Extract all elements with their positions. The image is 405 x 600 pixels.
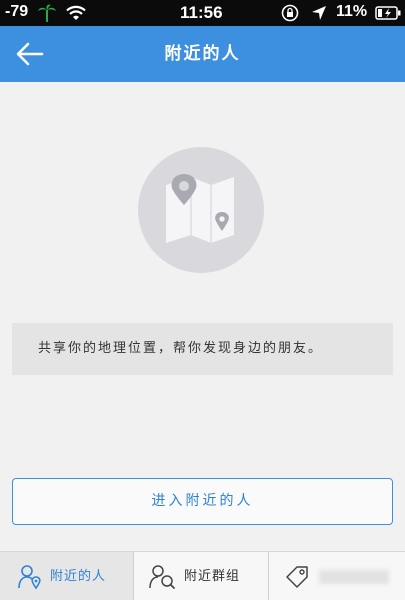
tab-nearby-groups[interactable]: 附近群组 xyxy=(134,552,269,600)
location-arrow-icon xyxy=(312,6,326,20)
tab-label: 附近群组 xyxy=(184,569,241,584)
map-illustration-icon xyxy=(138,147,264,273)
battery-icon xyxy=(375,6,401,20)
info-box: 共享你的地理位置，帮你发现身边的朋友。 xyxy=(12,323,393,375)
tab-label: 附近的人 xyxy=(50,569,107,584)
tag-icon xyxy=(286,566,308,588)
palm-tree-icon xyxy=(38,4,56,22)
clock: 11:56 xyxy=(180,3,223,22)
person-pin-icon xyxy=(18,565,41,590)
description-text: 共享你的地理位置，帮你发现身边的朋友。 xyxy=(38,341,324,356)
wifi-icon xyxy=(66,5,86,20)
tab-bar: 附近的人 附近群组 xyxy=(0,551,405,600)
status-bar: -79 11:56 11% xyxy=(0,0,405,26)
group-search-icon xyxy=(149,565,175,589)
page-title: 附近的人 xyxy=(164,44,241,64)
signal-strength: -79 xyxy=(5,3,29,20)
battery-percent: 11% xyxy=(336,3,368,20)
tab-tags[interactable] xyxy=(269,552,405,600)
tab-nearby-people[interactable]: 附近的人 xyxy=(0,552,134,600)
rotation-lock-icon xyxy=(281,4,299,22)
enter-nearby-button[interactable]: 进入附近的人 xyxy=(12,478,393,525)
tab-label-obscured xyxy=(319,570,389,584)
nav-bar: 附近的人 xyxy=(0,26,405,82)
back-arrow-icon[interactable] xyxy=(14,40,46,68)
